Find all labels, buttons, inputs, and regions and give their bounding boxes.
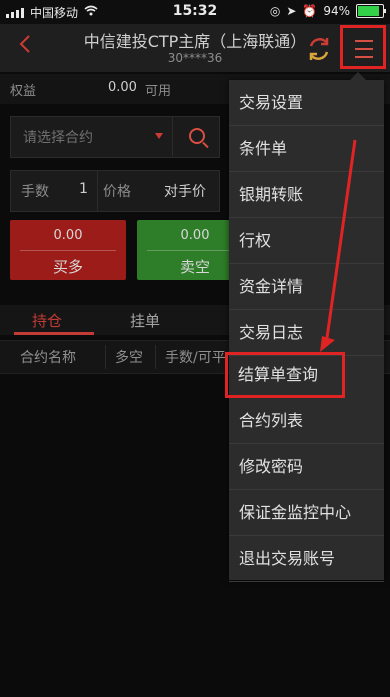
qty-label: 手数 xyxy=(21,184,49,200)
status-bar: 中国移动 15:32 ◎ ➤ ⏰ 94% xyxy=(0,0,390,24)
divider xyxy=(105,345,106,369)
tab-indicator xyxy=(14,332,94,335)
menu-item-change-password[interactable]: 修改密码 xyxy=(229,444,384,490)
list-menu-icon xyxy=(355,40,373,64)
buy-label: 买多 xyxy=(52,258,83,276)
equity-value: 0.00 xyxy=(108,80,137,95)
location-icon: ➤ xyxy=(286,4,297,18)
col-direction: 多空 xyxy=(115,350,143,366)
overflow-menu: 交易设置 条件单 银期转账 行权 资金详情 交易日志 结算单查询 合约列表 修改… xyxy=(225,72,384,582)
divider xyxy=(20,250,116,251)
price-input[interactable]: 对手价 xyxy=(164,181,206,201)
menu-item-settlement-query[interactable]: 结算单查询 xyxy=(225,352,345,398)
menu-item-exit-account[interactable]: 退出交易账号 xyxy=(229,536,384,582)
menu-item-bank-transfer[interactable]: 银期转账 xyxy=(229,172,384,218)
col-contract-name: 合约名称 xyxy=(20,350,76,366)
menu-item-fund-details[interactable]: 资金详情 xyxy=(229,264,384,310)
menu-item-conditional-order[interactable]: 条件单 xyxy=(229,126,384,172)
tab-positions[interactable]: 持仓 xyxy=(32,310,62,331)
menu-button[interactable] xyxy=(340,25,386,69)
dropdown-arrow-icon xyxy=(155,133,163,139)
equity-label: 权益 xyxy=(10,84,37,99)
app-header: 中信建投CTP主席（上海联通） 30****36 xyxy=(0,24,390,72)
menu-item-margin-monitor[interactable]: 保证金监控中心 xyxy=(229,490,384,536)
menu-item-contract-list[interactable]: 合约列表 xyxy=(229,398,384,444)
buy-long-button[interactable]: 0.00 买多 xyxy=(10,220,126,280)
battery-fill xyxy=(358,6,379,16)
battery-icon xyxy=(356,4,386,18)
available-label: 可用 xyxy=(145,84,172,99)
buy-amount: 0.00 xyxy=(53,228,83,243)
lock-rotation-icon: ◎ xyxy=(269,4,281,18)
col-qty: 手数/可平 xyxy=(165,350,226,366)
tab-pending-orders[interactable]: 挂单 xyxy=(130,310,160,331)
refresh-button[interactable] xyxy=(304,34,334,64)
refresh-icon xyxy=(309,38,329,60)
menu-item-trade-log[interactable]: 交易日志 xyxy=(229,310,384,356)
menu-item-trade-settings[interactable]: 交易设置 xyxy=(229,80,384,126)
battery-percent: 94% xyxy=(323,4,350,18)
order-params-row: 手数 1 价格 对手价 xyxy=(10,170,220,212)
divider xyxy=(97,171,98,211)
qty-input[interactable]: 1 xyxy=(79,181,88,197)
search-button[interactable] xyxy=(172,116,219,156)
search-icon xyxy=(189,128,205,144)
alarm-icon: ⏰ xyxy=(302,4,318,18)
status-right: ◎ ➤ ⏰ 94% xyxy=(269,4,386,18)
divider xyxy=(155,345,156,369)
contract-placeholder: 请选择合约 xyxy=(23,130,93,146)
menu-item-exercise[interactable]: 行权 xyxy=(229,218,384,264)
price-label: 价格 xyxy=(103,184,131,200)
